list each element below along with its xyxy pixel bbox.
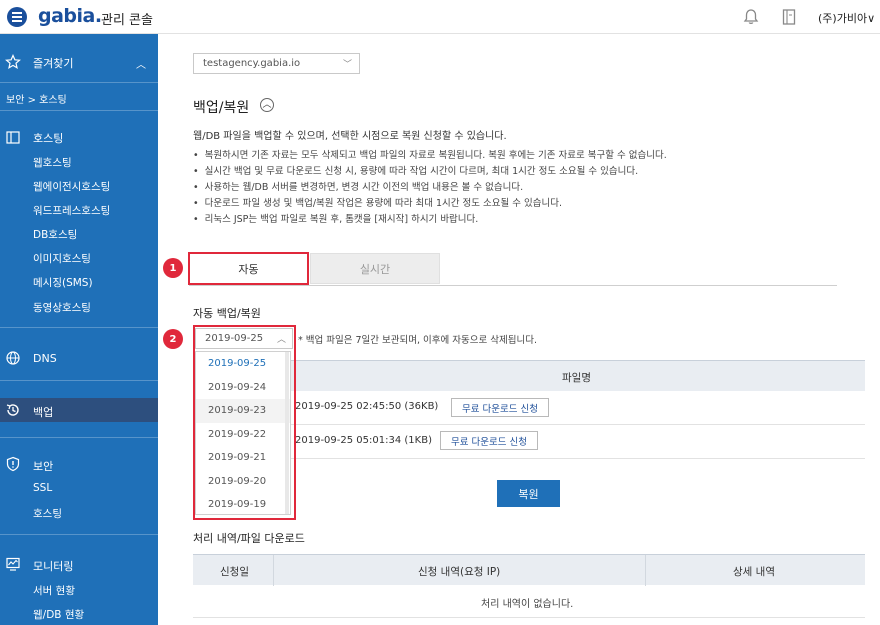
dropdown-scrollbar[interactable]	[285, 352, 289, 514]
domain-select[interactable]: testagency.gabia.io ﹀	[193, 53, 360, 74]
file-name: 2019-09-25 05:01:34 (1KB)	[295, 435, 432, 446]
main-content: testagency.gabia.io ﹀ 백업/복원 ︿ 웹/DB 파일을 백…	[158, 34, 880, 625]
retention-note: * 백업 파일은 7일간 보관되며, 이후에 자동으로 삭제됩니다.	[298, 335, 537, 346]
column-divider	[645, 555, 646, 586]
date-option[interactable]: 2019-09-19	[196, 493, 290, 514]
sidebar-item-security-hosting[interactable]: 호스팅	[33, 506, 62, 521]
history-empty-text: 처리 내역이 없습니다.	[481, 599, 574, 610]
date-select-value: 2019-09-25	[205, 333, 264, 344]
account-menu[interactable]: (주)가비아∨	[818, 10, 875, 26]
sidebar-item-sms[interactable]: 메시징(SMS)	[33, 275, 93, 290]
history-column-date: 신청일	[220, 566, 249, 578]
page-description: 웹/DB 파일을 백업할 수 있으며, 선택한 시점으로 복원 신청할 수 있습…	[193, 131, 507, 142]
date-option[interactable]: 2019-09-20	[196, 470, 290, 494]
sidebar-item-web-db-status[interactable]: 웹/DB 현황	[33, 607, 84, 622]
page-title: 백업/복원	[193, 100, 250, 116]
history-title: 처리 내역/파일 다운로드	[193, 532, 305, 545]
server-icon	[6, 131, 20, 144]
domain-select-value: testagency.gabia.io	[203, 58, 301, 69]
top-bar: gabia. 관리 콘솔 (주)가비아∨	[0, 0, 880, 34]
column-divider	[273, 555, 274, 586]
notice-item: 사용하는 웹/DB 서버를 변경하면, 변경 시간 이전의 백업 내용은 볼 수…	[193, 180, 667, 196]
notice-item: 리눅스 JSP는 백업 파일로 복원 후, 톰캣을 [재시작] 하시기 바랍니다…	[193, 212, 667, 228]
step-badge-2: 2	[163, 329, 183, 349]
sidebar-item-image-hosting[interactable]: 이미지호스팅	[33, 251, 91, 266]
notice-item: 실시간 백업 및 무료 다운로드 신청 시, 용량에 따라 작업 시간이 다르며…	[193, 164, 667, 180]
section-title: 자동 백업/복원	[193, 307, 261, 320]
tab-underline	[189, 285, 837, 286]
sidebar-security[interactable]: 보안	[33, 458, 53, 474]
chevron-down-icon: ﹀	[342, 60, 352, 70]
sidebar-item-ssl[interactable]: SSL	[33, 482, 52, 494]
free-download-button[interactable]: 무료 다운로드 신청	[440, 431, 538, 450]
date-option[interactable]: 2019-09-21	[196, 446, 290, 470]
free-download-button[interactable]: 무료 다운로드 신청	[451, 398, 549, 417]
history-icon	[6, 404, 19, 416]
chevron-up-icon[interactable]: ︿	[136, 56, 146, 71]
sidebar-dns[interactable]: DNS	[33, 352, 57, 365]
sidebar-backup[interactable]: 백업	[33, 404, 53, 420]
star-icon	[5, 54, 21, 70]
date-option[interactable]: 2019-09-24	[196, 376, 290, 400]
divider	[0, 110, 158, 111]
history-column-detail: 상세 내역	[733, 566, 775, 578]
console-title: 관리 콘솔	[101, 13, 153, 28]
file-name: 2019-09-25 02:45:50 (36KB)	[295, 401, 439, 412]
divider	[0, 534, 158, 535]
restore-button[interactable]: 복원	[497, 480, 560, 507]
sidebar-favorites[interactable]: 즐겨찾기	[33, 55, 73, 71]
sidebar-hosting[interactable]: 호스팅	[33, 130, 63, 146]
sidebar-monitoring[interactable]: 모니터링	[33, 558, 73, 574]
history-column-request: 신청 내역(요청 IP)	[418, 566, 501, 578]
sidebar-item-agency-hosting[interactable]: 웹에이전시호스팅	[33, 179, 110, 194]
date-option[interactable]: 2019-09-25	[196, 352, 290, 376]
file-column-header: 파일명	[562, 372, 591, 384]
bell-icon[interactable]	[742, 8, 760, 26]
monitor-chart-icon	[6, 557, 20, 571]
hamburger-menu-icon[interactable]	[7, 7, 27, 27]
history-empty-row: 처리 내역이 없습니다.	[193, 585, 865, 618]
chevron-up-icon[interactable]: ︿	[260, 98, 274, 112]
tab-realtime[interactable]: 실시간	[310, 253, 440, 284]
divider	[0, 437, 158, 438]
chevron-up-icon: ︿	[276, 335, 286, 345]
breadcrumb[interactable]: 보안 > 호스팅	[6, 91, 67, 106]
notice-item: 다운로드 파일 생성 및 백업/복원 작업은 용량에 따라 최대 1시간 정도 …	[193, 196, 667, 212]
divider	[0, 327, 158, 328]
notice-item: 복원하시면 기존 자료는 모두 삭제되고 백업 파일의 자료로 복원됩니다. 복…	[193, 148, 667, 164]
brand-logo[interactable]: gabia.	[38, 5, 102, 27]
divider	[0, 380, 158, 381]
notebook-icon[interactable]	[780, 8, 798, 26]
date-dropdown-list[interactable]: 2019-09-25 2019-09-24 2019-09-23 2019-09…	[195, 351, 291, 515]
date-option[interactable]: 2019-09-23	[196, 399, 290, 423]
sidebar-item-server-status[interactable]: 서버 현황	[33, 583, 75, 598]
sidebar: 즐겨찾기 ︿ 보안 > 호스팅 호스팅 웹호스팅 웹에이전시호스팅 워드프레스호…	[0, 34, 158, 625]
sidebar-item-video-hosting[interactable]: 동영상호스팅	[33, 300, 91, 315]
sidebar-item-wordpress-hosting[interactable]: 워드프레스호스팅	[33, 203, 110, 218]
sidebar-item-backup-active[interactable]	[0, 398, 158, 422]
globe-icon	[6, 351, 20, 365]
step-badge-1: 1	[163, 258, 183, 278]
shield-icon	[6, 456, 20, 472]
divider	[0, 82, 158, 83]
sidebar-item-web-hosting[interactable]: 웹호스팅	[33, 155, 72, 170]
history-table-header: 신청일 신청 내역(요청 IP) 상세 내역	[193, 554, 865, 586]
notice-list: 복원하시면 기존 자료는 모두 삭제되고 백업 파일의 자료로 복원됩니다. 복…	[193, 148, 667, 228]
date-option[interactable]: 2019-09-22	[196, 423, 290, 447]
date-select[interactable]: 2019-09-25 ︿	[195, 328, 293, 349]
sidebar-item-db-hosting[interactable]: DB호스팅	[33, 227, 77, 242]
tab-auto[interactable]: 자동	[188, 252, 309, 285]
